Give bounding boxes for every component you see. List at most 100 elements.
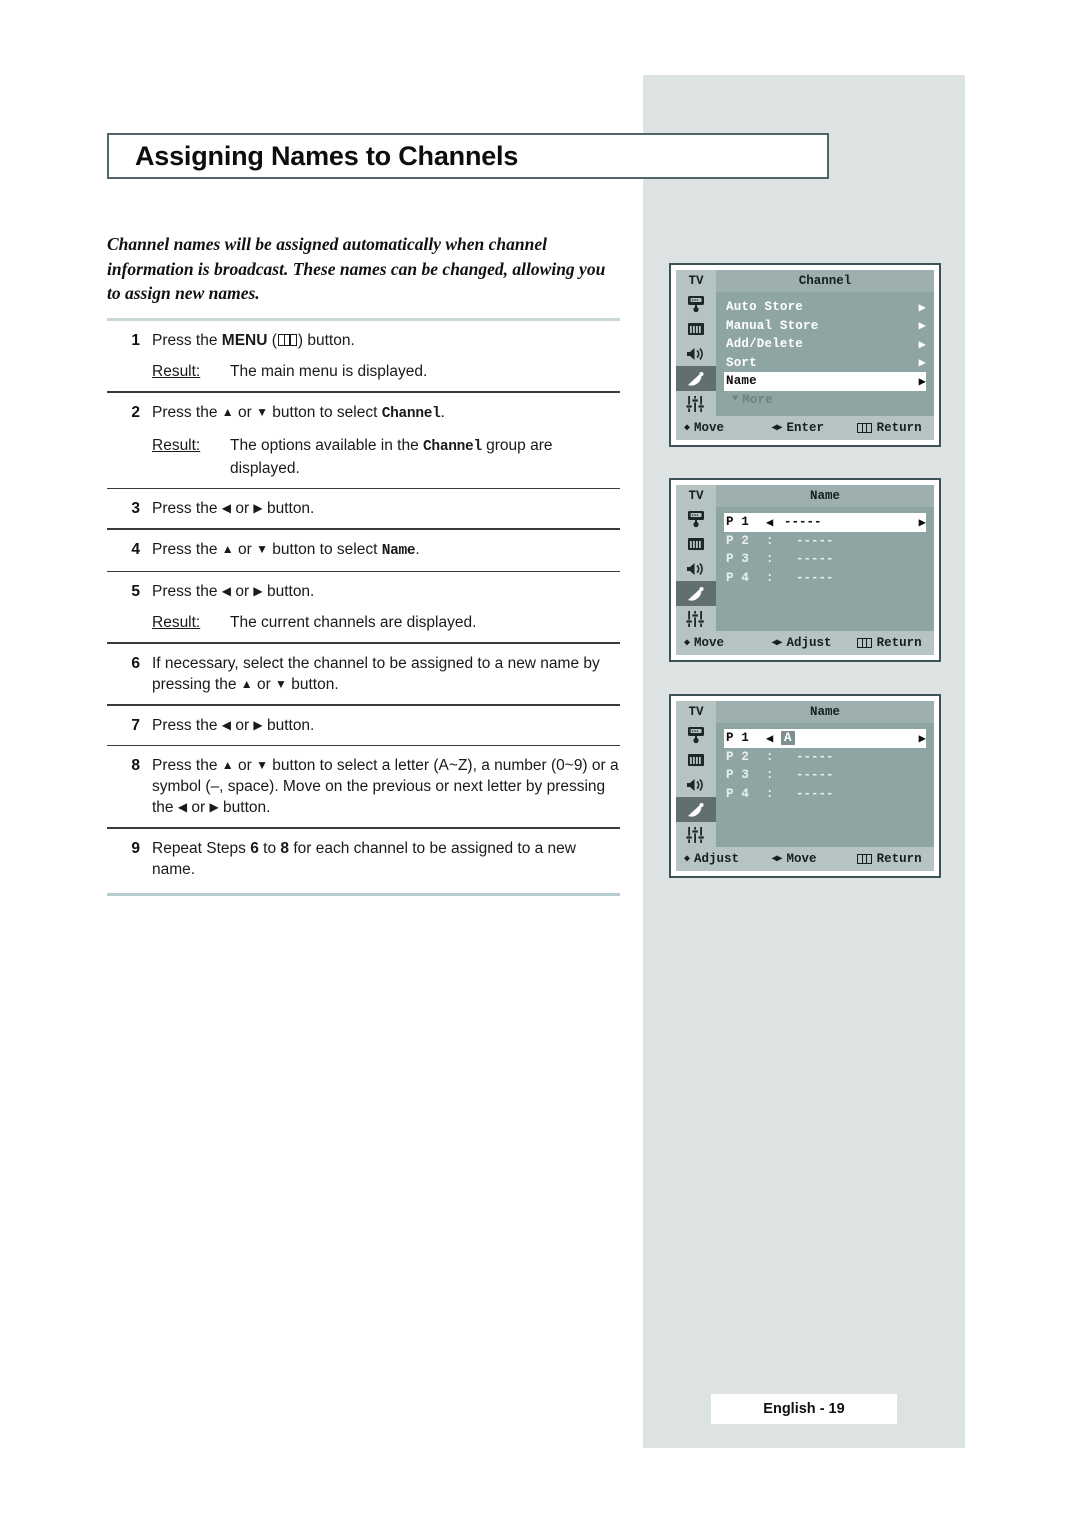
osd-hint-return: Return xyxy=(856,421,934,435)
osd-title: Name xyxy=(716,485,934,507)
osd-screenshot-channel-menu: TV Channel Auto Store ▶ Manual Store ▶ A… xyxy=(669,263,941,447)
osd-name-row-p4[interactable]: P 4 : ----- xyxy=(724,569,926,588)
sliders-icon[interactable] xyxy=(676,391,716,416)
right-arrow-icon: ▶ xyxy=(918,337,926,352)
page-title-box: Assigning Names to Channels xyxy=(107,133,829,179)
osd-name-row-p3[interactable]: P 3 : ----- xyxy=(724,766,926,785)
osd-channel-label: P 3 xyxy=(726,552,750,567)
step-instruction: If necessary, select the channel to be a… xyxy=(152,653,620,695)
step-body: Press the ▲ or ▼ button to select Name. xyxy=(152,539,620,562)
step-text: Press the xyxy=(152,757,222,775)
osd-footer-hints: ◆ Move ◀▶ Adjust Return xyxy=(676,631,934,655)
right-arrow-icon: ▶ xyxy=(253,717,263,732)
left-arrow-icon: ◀ xyxy=(221,501,232,516)
speaker-icon[interactable] xyxy=(676,342,716,367)
osd-hint-enter: ◀▶ Enter xyxy=(771,421,856,435)
step-text: Press the xyxy=(152,540,222,558)
step-text-suffix: ) button. xyxy=(297,332,355,349)
step-4: 4 Press the ▲ or ▼ button to select Name… xyxy=(107,530,620,571)
step-text: or xyxy=(233,540,257,558)
step-number: 6 xyxy=(131,654,140,672)
menu-button-label: MENU xyxy=(221,332,268,349)
sliders-icon[interactable] xyxy=(676,822,716,847)
bars-icon[interactable] xyxy=(676,532,716,557)
osd-name-row-p2[interactable]: P 2 : ----- xyxy=(724,532,926,551)
osd-icon-column xyxy=(676,292,716,416)
satellite-dish-icon[interactable] xyxy=(676,366,716,392)
step-6: 6 If necessary, select the channel to be… xyxy=(107,644,620,704)
picture-icon[interactable] xyxy=(676,723,716,748)
steps-bottom-rule xyxy=(107,892,620,896)
left-right-icon: ◀▶ xyxy=(771,638,782,649)
result-text: The main menu is displayed. xyxy=(230,363,428,380)
osd-name-row-p1[interactable]: P 1 ◀ A ▶ xyxy=(724,729,926,748)
result-text: The current channels are displayed. xyxy=(230,614,477,632)
osd-separator: : xyxy=(766,768,774,783)
result-text: The options available in the Channel gro… xyxy=(230,435,620,479)
osd-hint-label: Move xyxy=(786,852,817,866)
step-instruction: Press the ▲ or ▼ button to select a lett… xyxy=(152,755,620,818)
step-text: button. xyxy=(262,716,315,734)
step-text: button. xyxy=(262,583,315,601)
sliders-icon[interactable] xyxy=(676,606,716,631)
satellite-dish-icon[interactable] xyxy=(676,797,716,823)
osd-item-label: More xyxy=(742,392,774,407)
step-result: Result: The options available in the Cha… xyxy=(152,435,620,479)
step-text: or xyxy=(233,757,257,775)
osd-menu-item-manual-store[interactable]: Manual Store ▶ xyxy=(724,317,926,336)
down-arrow-icon: ▼ xyxy=(732,394,739,406)
osd-hint-move: ◆ Move xyxy=(676,421,771,435)
osd-name-row-p1[interactable]: P 1 ◀ ----- ▶ xyxy=(724,513,926,532)
step-instruction: Repeat Steps 6 to 8 for each channel to … xyxy=(152,838,620,880)
osd-footer-hints: ◆ Adjust ◀▶ Move Return xyxy=(676,847,934,871)
step-number: 1 xyxy=(131,332,140,349)
step-result: Result: The main menu is displayed. xyxy=(152,361,620,382)
menu-item-ref: Name xyxy=(381,542,416,559)
osd-active-character[interactable]: A xyxy=(781,731,795,746)
down-arrow-icon: ▼ xyxy=(275,676,287,691)
menu-icon xyxy=(277,334,297,346)
osd-menu-list: Auto Store ▶ Manual Store ▶ Add/Delete ▶… xyxy=(716,292,934,416)
osd-menu-item-name[interactable]: Name ▶ xyxy=(724,372,926,391)
right-arrow-icon: ▶ xyxy=(918,374,926,389)
osd-name-row-p2[interactable]: P 2 : ----- xyxy=(724,748,926,767)
satellite-dish-icon[interactable] xyxy=(676,581,716,607)
speaker-icon[interactable] xyxy=(676,557,716,582)
bars-icon[interactable] xyxy=(676,748,716,773)
osd-hint-return: Return xyxy=(856,852,934,866)
osd-menu-item-add-delete[interactable]: Add/Delete ▶ xyxy=(724,335,926,354)
osd-item-label: Manual Store xyxy=(726,318,819,333)
osd-hint-label: Return xyxy=(876,421,922,435)
up-arrow-icon: ▲ xyxy=(221,758,234,773)
left-arrow-icon: ◀ xyxy=(221,584,232,599)
osd-menu-item-sort[interactable]: Sort ▶ xyxy=(724,354,926,373)
up-arrow-icon: ▲ xyxy=(221,404,234,419)
osd-name-row-p4[interactable]: P 4 : ----- xyxy=(724,785,926,804)
osd-separator: : xyxy=(766,552,774,567)
step-number: 3 xyxy=(131,500,140,518)
up-down-icon: ◆ xyxy=(684,638,690,649)
osd-screenshot-name-list: TV Name P 1 ◀ ----- ▶ P 2: ----- P 3: … xyxy=(669,478,941,662)
picture-icon[interactable] xyxy=(676,292,716,317)
bars-icon[interactable] xyxy=(676,317,716,342)
step-ref-number: 8 xyxy=(280,839,290,857)
osd-hint-adjust: ◆ Adjust xyxy=(676,852,771,866)
osd-tv-label: TV xyxy=(676,270,716,292)
osd-menu-item-auto-store[interactable]: Auto Store ▶ xyxy=(724,298,926,317)
intro-paragraph: Channel names will be assigned automatic… xyxy=(107,234,606,303)
step-text: Repeat Steps xyxy=(152,839,251,857)
osd-item-label: Sort xyxy=(726,355,757,370)
osd-channel-name-value: ----- xyxy=(796,786,834,801)
osd-hint-label: Enter xyxy=(786,421,825,435)
picture-icon[interactable] xyxy=(676,507,716,532)
step-8: 8 Press the ▲ or ▼ button to select a le… xyxy=(107,746,620,827)
osd-menu-item-more[interactable]: ▼ More xyxy=(724,391,926,410)
speaker-icon[interactable] xyxy=(676,773,716,798)
osd-title: Channel xyxy=(716,270,934,292)
step-body: Press the ◀ or ▶ button. Result: The cur… xyxy=(152,581,620,633)
step-instruction: Press the MENU () button. xyxy=(152,330,620,351)
menu-icon xyxy=(856,854,872,864)
osd-tv-label: TV xyxy=(676,701,716,723)
osd-name-row-p3[interactable]: P 3 : ----- xyxy=(724,550,926,569)
step-9: 9 Repeat Steps 6 to 8 for each channel t… xyxy=(107,829,620,889)
